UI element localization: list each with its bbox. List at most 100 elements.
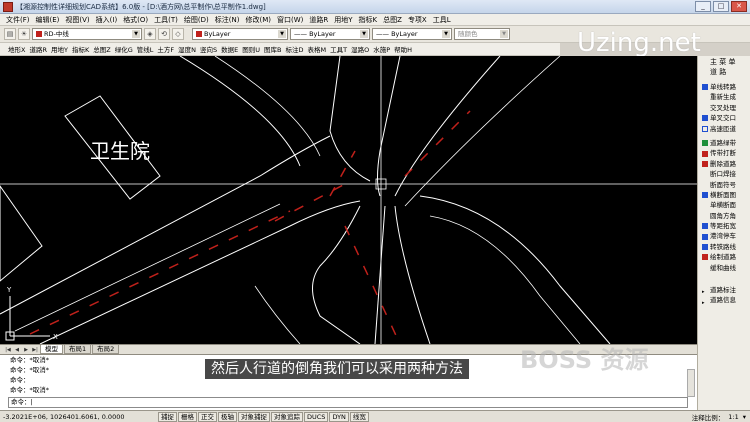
menu-edit[interactable]: 编辑(E) (33, 15, 63, 25)
minimize-button[interactable]: _ (695, 1, 711, 12)
tb-wetroad[interactable]: 湿路O (349, 44, 371, 54)
tb-humidity[interactable]: 湿度N (176, 44, 198, 54)
screen-menu-item[interactable]: 圆角方角 (698, 211, 750, 221)
menu-tools[interactable]: 工具(T) (151, 15, 181, 25)
polar-toggle[interactable]: 极轴 (218, 411, 237, 422)
tab-last-icon[interactable]: ▶| (31, 346, 39, 354)
tab-layout2[interactable]: 布局2 (92, 345, 120, 354)
screen-menu-item[interactable]: 传带打断 (698, 148, 750, 158)
command-scrollbar[interactable] (687, 369, 695, 397)
linetype-select[interactable]: —— ByLayer ▼ (290, 28, 370, 40)
road-edge (404, 56, 561, 207)
layer-state-icon[interactable]: ☀ (18, 28, 30, 40)
tb-earthwork[interactable]: 土方F (155, 44, 176, 54)
menu-road[interactable]: 道路R (306, 15, 331, 25)
chevron-down-icon[interactable]: ▾ (743, 413, 746, 421)
tb-water[interactable]: 水施P (371, 44, 392, 54)
menu-toolsl[interactable]: 工具L (430, 15, 454, 25)
color-select[interactable]: ByLayer ▼ (192, 28, 288, 40)
annotation-scale-label: 注释比例： (691, 414, 725, 422)
grid-toggle[interactable]: 栅格 (178, 411, 197, 422)
screen-menu-label: 传带打断 (710, 149, 736, 158)
screen-menu-item[interactable]: 单横断面 (698, 200, 750, 210)
screen-menu-item[interactable]: 重新生成 (698, 92, 750, 102)
menu-special[interactable]: 专项X (405, 15, 430, 25)
tb-green[interactable]: 绿化G (113, 44, 135, 54)
layer-select[interactable]: RD-中线 ▼ (32, 28, 142, 40)
tb-help[interactable]: 帮助H (392, 44, 414, 54)
maximize-button[interactable]: □ (713, 1, 729, 12)
tb-data[interactable]: 数据E (219, 44, 240, 54)
command-input[interactable]: 命令：| (8, 397, 688, 408)
menu-siteplan[interactable]: 总图Z (380, 15, 405, 25)
road-edge (0, 135, 331, 315)
menu-window[interactable]: 窗口(W) (274, 15, 306, 25)
screen-menu-item[interactable]: 等距拓宽 (698, 221, 750, 231)
ortho-toggle[interactable]: 正交 (198, 411, 217, 422)
screen-menu-item[interactable]: 高速匝道 (698, 124, 750, 134)
menu-draw[interactable]: 绘图(D) (181, 15, 212, 25)
tb-vertical[interactable]: 竖向S (198, 44, 219, 54)
screen-menu-item[interactable]: 交叉处理 (698, 103, 750, 113)
lineweight-select[interactable]: —— ByLayer ▼ (372, 28, 452, 40)
tab-layout1[interactable]: 布局1 (64, 345, 92, 354)
screen-menu-item[interactable]: 缓和曲线 (698, 263, 750, 273)
tb-drawing-rules[interactable]: 图则U (240, 44, 262, 54)
tab-next-icon[interactable]: ▶ (22, 346, 30, 354)
screen-menu-item[interactable]: ▸ 道路信息 (698, 295, 750, 305)
screen-menu-item[interactable]: 单线转路 (698, 82, 750, 92)
screen-menu-item[interactable]: 道路绿带 (698, 138, 750, 148)
screen-menu-label: 删除道路 (710, 159, 736, 168)
tab-first-icon[interactable]: |◀ (4, 346, 12, 354)
cad-drawing: Y X 卫生院 (0, 56, 697, 344)
screen-menu-item[interactable]: 港湾停车 (698, 231, 750, 241)
menu-modify[interactable]: 修改(M) (242, 15, 274, 25)
road-edge (214, 56, 321, 157)
tb-annotate[interactable]: 标注D (283, 44, 305, 54)
tb-landuse[interactable]: 用地Y (49, 44, 70, 54)
make-current-icon[interactable]: ◈ (144, 28, 156, 40)
lineweight-toggle[interactable]: 线宽 (349, 411, 369, 422)
menu-view[interactable]: 视图(V) (62, 15, 92, 25)
screen-menu-item[interactable]: 单叉交口 (698, 113, 750, 123)
screen-menu-item[interactable]: 转铁路线 (698, 242, 750, 252)
menu-index[interactable]: 指标K (356, 15, 381, 25)
snap-toggle[interactable]: 捕捉 (158, 411, 177, 422)
xiangyuan-menu-toolbar: 地形X 道路R 用地Y 指标K 总图Z 绿化G 管线L 土方F 湿度N 竖向S … (0, 43, 560, 56)
layer-previous-icon[interactable]: ⟲ (158, 28, 170, 40)
tab-prev-icon[interactable]: ◀ (13, 346, 21, 354)
menu-landuse[interactable]: 用地Y (331, 15, 355, 25)
tb-table[interactable]: 表格M (305, 44, 328, 54)
tb-terrain[interactable]: 地形X (6, 44, 27, 54)
ducs-toggle[interactable]: DUCS (304, 411, 329, 422)
tab-model[interactable]: 模型 (40, 345, 63, 354)
screen-menu-item[interactable]: 绘制道路 (698, 252, 750, 262)
menu-dimension[interactable]: 标注(N) (212, 15, 243, 25)
tb-siteplan[interactable]: 总图Z (91, 44, 112, 54)
dyn-toggle[interactable]: DYN (329, 411, 349, 422)
plotstyle-select[interactable]: 随颜色 ▼ (454, 28, 510, 40)
layer-iso-icon[interactable]: ◇ (172, 28, 184, 40)
screen-menu-item[interactable]: ▸ 道路标注 (698, 285, 750, 295)
menu-format[interactable]: 格式(O) (120, 15, 151, 25)
screen-menu-item[interactable]: 断面符号 (698, 180, 750, 190)
tb-pipeline[interactable]: 管线L (135, 44, 156, 54)
drawing-canvas[interactable]: Y X 卫生院 (0, 56, 697, 344)
tb-library[interactable]: 图库B (262, 44, 283, 54)
layer-manager-icon[interactable]: ▤ (4, 28, 16, 40)
annotation-scale-value[interactable]: 1:1 (728, 413, 738, 421)
menu-insert[interactable]: 插入(I) (93, 15, 121, 25)
osnap-toggle[interactable]: 对象捕捉 (238, 411, 270, 422)
screen-menu-item[interactable]: 删除道路 (698, 159, 750, 169)
close-button[interactable]: ✕ (731, 1, 747, 12)
screen-menu-item[interactable]: 断口焊接 (698, 169, 750, 179)
screen-menu-label: 单横断面 (710, 201, 736, 210)
screen-menu-main[interactable]: 主 菜 单 (710, 57, 750, 67)
screen-menu-road[interactable]: 道 路 (710, 67, 750, 77)
otrack-toggle[interactable]: 对象追踪 (271, 411, 303, 422)
tb-road[interactable]: 道路R (27, 44, 49, 54)
menu-file[interactable]: 文件(F) (3, 15, 33, 25)
tb-tools[interactable]: 工具T (328, 44, 349, 54)
screen-menu-item[interactable]: 横断面图 (698, 190, 750, 200)
tb-index[interactable]: 指标K (70, 44, 91, 54)
